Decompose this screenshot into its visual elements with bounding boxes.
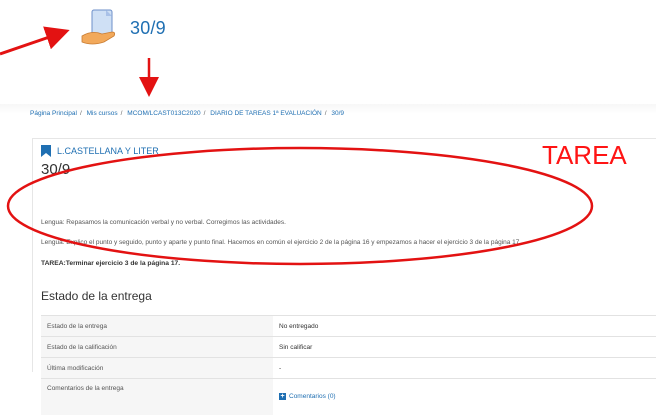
arrow-to-icon <box>0 32 64 54</box>
annotation-label: TAREA <box>542 140 627 171</box>
assignment-card: L.CASTELLANA Y LITER 30/9 Lengua: Repasa… <box>32 138 656 372</box>
grading-status-label: Estado de la calificación <box>41 337 273 358</box>
breadcrumb-item-assignment[interactable]: 30/9 <box>331 110 344 117</box>
submission-status-heading: Estado de la entrega <box>41 289 152 303</box>
breadcrumb-item-section[interactable]: DIARIO DE TAREAS 1ª EVALUACIÓN <box>210 110 322 117</box>
assignment-description-line: Lengua: Repasamos la comunicación verbal… <box>41 219 286 226</box>
assignment-hand-icon <box>78 6 122 50</box>
assignment-description-line: Lengua: Explico el punto y seguido, punt… <box>41 239 521 246</box>
plus-icon: + <box>279 393 286 400</box>
breadcrumb-item-course[interactable]: MCOM/LCAST013C2020 <box>127 110 200 117</box>
status-value: No entregado <box>273 316 656 337</box>
submission-comments-label: Comentarios de la entrega <box>41 379 273 415</box>
table-row: Estado de la calificación Sin calificar <box>41 337 656 358</box>
submission-status-table: Estado de la entrega No entregado Estado… <box>41 315 656 415</box>
status-label: Estado de la entrega <box>41 316 273 337</box>
breadcrumb-item-my-courses[interactable]: Mis cursos <box>87 110 118 117</box>
table-row: Estado de la entrega No entregado <box>41 316 656 337</box>
bookmark-icon <box>41 145 51 157</box>
table-row: Última modificación - <box>41 358 656 379</box>
breadcrumb-item-home[interactable]: Página Principal <box>30 110 77 117</box>
course-row: L.CASTELLANA Y LITER <box>41 145 159 157</box>
last-modified-value: - <box>273 358 656 379</box>
submission-comments-cell: + Comentarios (0) <box>273 379 656 415</box>
page-title: 30/9 <box>41 161 70 178</box>
last-modified-label: Última modificación <box>41 358 273 379</box>
comments-link[interactable]: + Comentarios (0) <box>279 393 336 400</box>
breadcrumb: Página Principal/ Mis cursos/ MCOM/LCAST… <box>30 110 344 117</box>
table-row: Comentarios de la entrega + Comentarios … <box>41 379 656 415</box>
assignment-task: TAREA:Terminar ejercicio 3 de la página … <box>41 260 180 267</box>
assignment-link-title[interactable]: 30/9 <box>130 18 166 39</box>
course-label[interactable]: L.CASTELLANA Y LITER <box>57 146 159 156</box>
comments-link-label[interactable]: Comentarios (0) <box>289 393 336 400</box>
grading-status-value: Sin calificar <box>273 337 656 358</box>
assignment-link[interactable]: 30/9 <box>78 6 166 50</box>
